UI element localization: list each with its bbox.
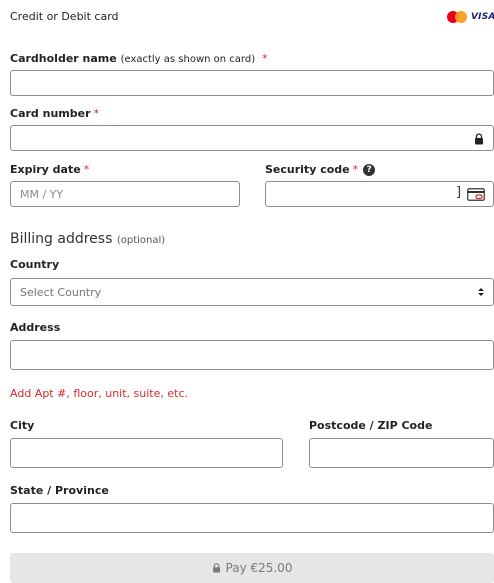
security-code-label: Security code * ?	[265, 163, 376, 176]
add-apt-link[interactable]: Add Apt #, floor, unit, suite, etc.	[10, 387, 188, 400]
billing-address-heading: Billing address (optional)	[10, 231, 166, 247]
visa-logo: VISA	[471, 12, 494, 22]
payment-method-title: Credit or Debit card	[10, 10, 119, 23]
lock-icon	[475, 133, 483, 145]
lock-icon	[212, 563, 220, 573]
card-number-input[interactable]	[10, 125, 494, 151]
postcode-label: Postcode / ZIP Code	[309, 419, 433, 432]
text-cursor-icon: ]	[456, 185, 462, 200]
country-select[interactable]: Select Country	[10, 278, 494, 306]
expiry-date-input[interactable]: MM / YY	[10, 181, 240, 207]
card-cvc-icon	[467, 188, 485, 201]
cardholder-name-input[interactable]	[10, 70, 494, 96]
security-code-input[interactable]: ]	[265, 181, 494, 207]
state-province-label: State / Province	[10, 484, 109, 497]
address-label: Address	[10, 321, 61, 334]
help-icon[interactable]: ?	[363, 163, 376, 176]
city-label: City	[10, 419, 35, 432]
country-label: Country	[10, 258, 60, 271]
select-arrows-icon	[478, 288, 484, 296]
state-province-input[interactable]	[10, 503, 494, 533]
postcode-input[interactable]	[309, 438, 494, 468]
expiry-date-label: Expiry date *	[10, 163, 90, 176]
mastercard-icon	[447, 11, 467, 23]
cardholder-name-label: Cardholder name (exactly as shown on car…	[10, 52, 268, 65]
card-brands: VISA	[447, 11, 494, 23]
address-input[interactable]	[10, 340, 494, 370]
card-number-label: Card number *	[10, 107, 100, 120]
pay-button[interactable]: Pay €25.00	[10, 553, 494, 583]
city-input[interactable]	[10, 438, 283, 468]
